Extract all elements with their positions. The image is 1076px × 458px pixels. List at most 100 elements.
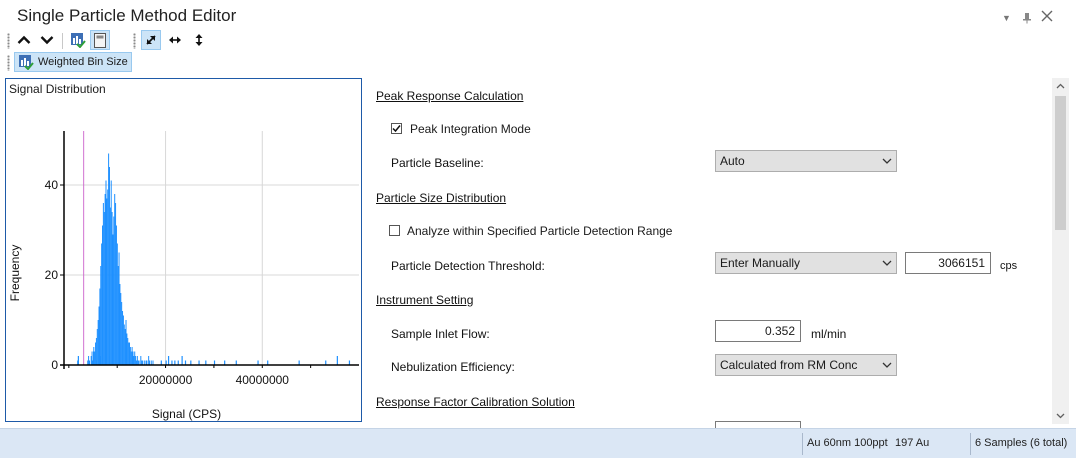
detection-threshold-mode-value: Enter Manually [720,256,801,270]
histogram-bar [117,266,119,365]
horizontal-resize-icon [169,36,181,44]
histogram-bar [108,153,110,365]
chevron-up-icon [17,35,31,44]
histogram-bar [131,347,133,365]
histogram-bar [125,320,127,365]
response-factor-input-partial[interactable] [715,421,801,428]
window-menu-dropdown-icon[interactable]: ▼ [1002,13,1011,23]
weighted-bin-size-label: Weighted Bin Size [38,56,128,68]
detection-threshold-label: Particle Detection Threshold: [391,259,545,273]
weighted-bin-size-button[interactable]: Weighted Bin Size [14,52,132,72]
histogram-bar [90,356,92,365]
histogram-bar [102,203,104,365]
toolbar-grip-3[interactable] [7,55,10,71]
histogram-bar [95,342,97,365]
toolbar-grip[interactable] [7,33,10,49]
move-down-button[interactable] [37,30,57,50]
chevron-down-icon [882,158,892,164]
histogram-bar [99,356,101,365]
detection-threshold-input[interactable]: 3066151 [905,252,991,274]
histogram-bar [94,351,96,365]
status-sample-count: 6 Samples (6 total) [975,437,1068,449]
scroll-down-icon[interactable] [1056,413,1065,419]
calculator-button[interactable] [90,30,110,50]
histogram-bar [93,351,95,365]
detection-threshold-mode-select[interactable]: Enter Manually [715,252,897,274]
histogram-bar [110,180,112,365]
histogram-bar [123,324,125,365]
nebulization-select[interactable]: Calculated from RM Conc [715,354,897,376]
response-factor-header: Response Factor Calibration Solution [376,395,575,409]
histogram-bar [112,234,114,365]
histogram-bar [128,342,130,365]
nebulization-value: Calculated from RM Conc [720,358,858,372]
histogram-bar [132,351,134,365]
status-separator [802,433,803,455]
histogram-bar [129,347,131,365]
particle-size-header: Particle Size Distribution [376,191,507,205]
close-icon[interactable] [1041,9,1053,26]
sample-inlet-input[interactable]: 0.352 [715,320,801,342]
histogram-bar [106,198,108,365]
move-up-button[interactable] [14,30,34,50]
status-bar: Au 60nm 100ppt 197 Au 6 Samples (6 total… [0,428,1076,458]
instrument-setting-header: Instrument Setting [376,293,474,307]
status-sample-name: Au 60nm 100ppt [807,437,888,449]
chevron-down-icon [882,362,892,368]
histogram-bar [130,351,132,365]
particle-baseline-select[interactable]: Auto [715,150,897,172]
y-tick-label: 40 [45,178,59,192]
histogram-bar [115,225,117,365]
toolbar-1 [0,30,1076,52]
x-axis-label: Signal (CPS) [152,407,221,421]
scroll-up-icon[interactable] [1056,83,1065,89]
status-separator [970,433,971,455]
histogram-bar [122,315,124,365]
status-element: 197 Au [895,437,930,449]
y-tick-label: 20 [45,268,59,282]
histogram-bar [96,329,98,365]
fit-to-window-button[interactable] [141,30,161,50]
histogram-bar [126,333,128,365]
histogram-bar [115,203,117,365]
vertical-resize-icon [195,34,203,46]
histogram-bar [167,356,170,365]
histogram-bar [136,356,138,365]
histogram-bar [119,284,121,365]
sample-inlet-label: Sample Inlet Flow: [391,327,490,341]
histogram-bar [114,194,116,365]
particle-baseline-label: Particle Baseline: [391,156,484,170]
scale-horizontal-button[interactable] [165,30,185,50]
histogram-bar [116,243,118,365]
histogram-bar [108,356,110,365]
histogram-bar [128,342,130,365]
histogram-bar [104,194,106,365]
histogram-bar [100,266,102,365]
analyze-within-checkbox[interactable] [389,225,400,236]
form-scrollbar[interactable] [1052,78,1069,424]
chart-canvas: 0 20 40 20000000 40000000 Signal (CPS) Frequen… [8,131,359,421]
toolbar-grip-2[interactable] [133,33,136,49]
histogram-bar [105,180,107,365]
scale-vertical-button[interactable] [189,30,209,50]
chevron-down-icon [40,36,54,45]
checkmark-icon [392,125,401,133]
histogram-bar [103,212,105,365]
x-tick-label: 20000000 [139,373,193,387]
histogram-bar [127,338,129,365]
diagonal-resize-icon [146,35,156,45]
signal-distribution-chart[interactable]: Signal Distribution 0 20 40 20000000 4000000… [5,78,362,422]
pin-icon[interactable] [1022,12,1032,27]
analyze-within-label: Analyze within Specified Particle Detect… [407,224,673,238]
chevron-down-icon [882,260,892,266]
histogram-bar [148,356,150,365]
chart-check-button[interactable] [68,30,88,50]
scroll-thumb[interactable] [1055,96,1066,230]
calculator-icon [94,32,106,48]
chart-check-icon [71,33,86,48]
histogram-bar [77,356,79,365]
particle-baseline-value: Auto [720,154,745,168]
histogram-bar [181,356,183,365]
peak-integration-checkbox[interactable] [391,123,402,134]
toolbar-separator [62,33,63,49]
